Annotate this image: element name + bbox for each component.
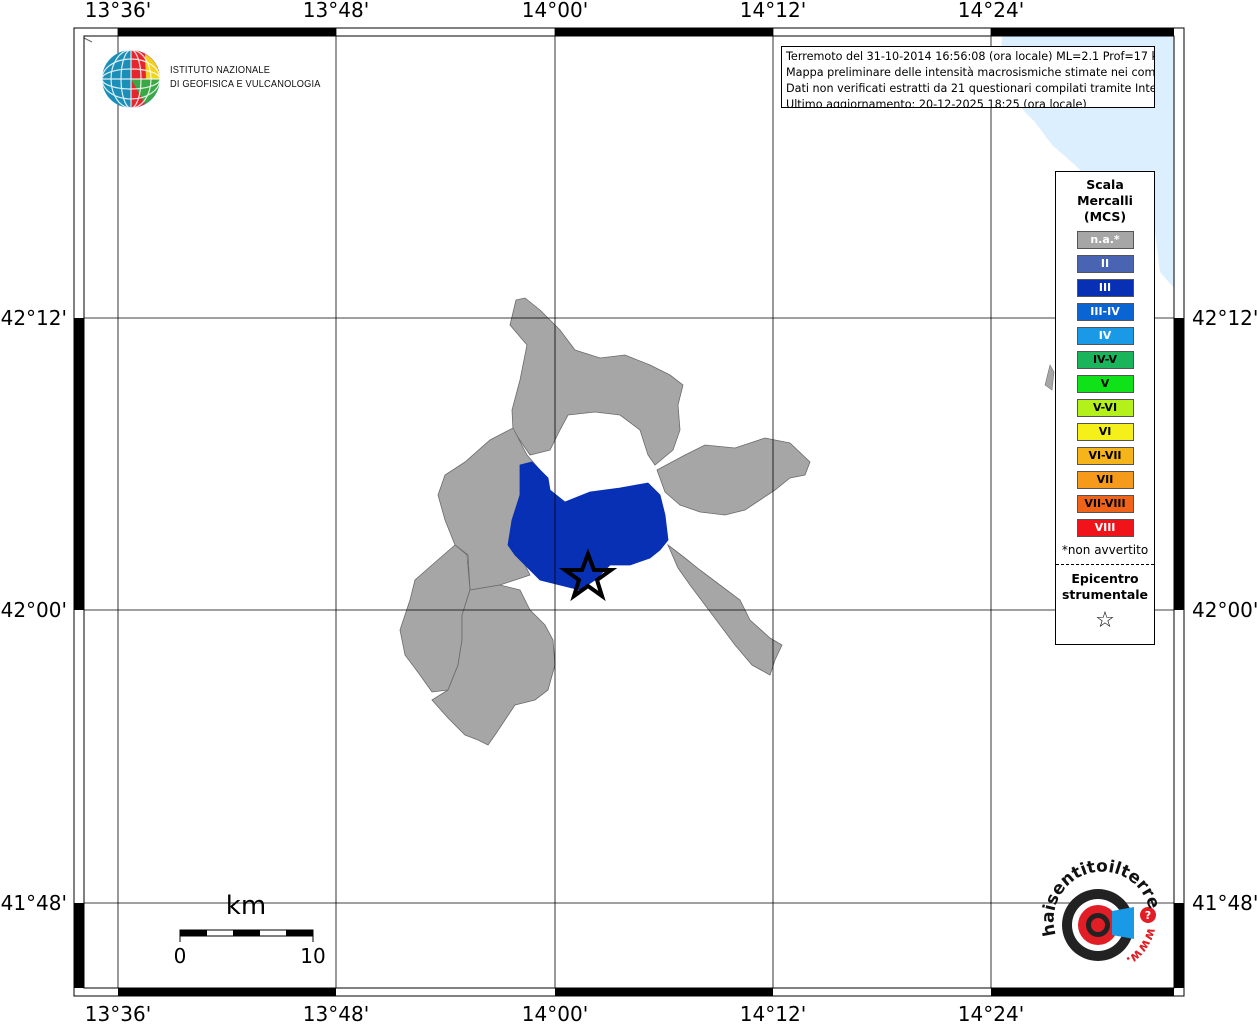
ingv-logo-line2: DI GEOFISICA E VULCANOLOGIA [170,78,321,90]
ingv-globe-icon [101,49,161,109]
ingv-logo: ISTITUTO NAZIONALE DI GEOFISICA E VULCAN… [100,48,330,110]
municipality-intensity-iii [507,461,669,591]
legend-epicenter-label: Epicentro strumentale [1056,571,1154,603]
legend-item: IV [1076,327,1134,345]
legend-item: V-VI [1076,399,1134,417]
legend-item: VII [1076,471,1134,489]
ingv-logo-line1: ISTITUTO NAZIONALE [170,64,271,76]
lat-labels-right: 42°12' 42°00' 41°48' [1192,306,1257,915]
info-line2: Mappa preliminare delle intensità macros… [786,66,1155,79]
lat-label: 42°12' [1,306,67,330]
legend-item: III [1076,279,1134,297]
legend-star-icon: ☆ [1095,608,1115,633]
lon-labels-top: 13°36' 13°48' 14°00' 14°12' 14°24' [85,0,1024,22]
municipality-north [509,297,684,466]
info-line1: Terremoto del 31-10-2014 16:56:08 (ora l… [786,50,1155,63]
legend-title-line1: Scala [1086,177,1124,192]
haisentito-logo: ? haisentitoilterremoto.it www. [1036,855,1164,968]
legend-note: *non avvertito [1061,543,1149,557]
lat-label: 42°00' [1,598,67,622]
lon-label: 14°00' [522,0,588,22]
legend-item: VI [1076,423,1134,441]
scalebar-max: 10 [300,944,325,968]
legend-title-line2: Mercalli [1077,193,1133,208]
lat-label: 42°00' [1192,598,1257,622]
coast-corner [83,37,93,43]
legend-item: VIII [1076,519,1134,537]
earthquake-info-box: Terremoto del 31-10-2014 16:56:08 (ora l… [781,46,1155,108]
lon-label: 14°12' [740,0,806,22]
lon-label: 14°00' [522,1002,588,1024]
legend-item: n.a.* [1076,231,1134,249]
legend-item: IV-V [1076,351,1134,369]
legend-item: V [1076,375,1134,393]
info-line3: Dati non verificati estratti da 21 quest… [786,82,1155,95]
scalebar-min: 0 [174,944,187,968]
lon-labels-bottom: 13°36' 13°48' 14°00' 14°12' 14°24' [85,1002,1024,1024]
municipality-east [656,437,811,516]
legend-epicenter-line1: Epicentro [1071,571,1139,586]
legend-item: VII-VIII [1076,495,1134,513]
lon-label: 13°36' [85,1002,151,1024]
scalebar-unit: km [226,891,266,921]
land-fragment [1044,364,1055,391]
lat-label: 42°12' [1192,306,1257,330]
info-line4: Ultimo aggiornamento: 20-12-2025 18:25 (… [786,98,1087,108]
legend-item: III-IV [1076,303,1134,321]
lon-label: 13°48' [303,1002,369,1024]
legend-epicenter-line2: strumentale [1061,587,1149,602]
scale-bar: km 0 10 [174,891,326,968]
lon-label: 13°48' [303,0,369,22]
lon-label: 14°12' [740,1002,806,1024]
legend-title-line3: (MCS) [1083,209,1127,224]
lon-label: 13°36' [85,0,151,22]
lat-label: 41°48' [1,891,67,915]
lat-label: 41°48' [1192,891,1257,915]
lat-labels-left: 42°12' 42°00' 41°48' [1,306,67,915]
legend-items: n.a.* II III III-IV IV IV-V V V-VI VI VI-VII VII VI… [1056,231,1154,537]
legend-separator [1056,564,1154,565]
ingv-logo-text: ISTITUTO NAZIONALE DI GEOFISICA E VULCAN… [170,63,321,91]
lon-label: 14°24' [958,1002,1024,1024]
legend-item: II [1076,255,1134,273]
mcs-legend: Scala Mercalli (MCS) n.a.* II III III-IV IV I… [1055,171,1155,645]
legend-title: Scala Mercalli (MCS) [1056,177,1154,225]
lon-label: 14°24' [958,0,1024,22]
legend-item: VI-VII [1076,447,1134,465]
